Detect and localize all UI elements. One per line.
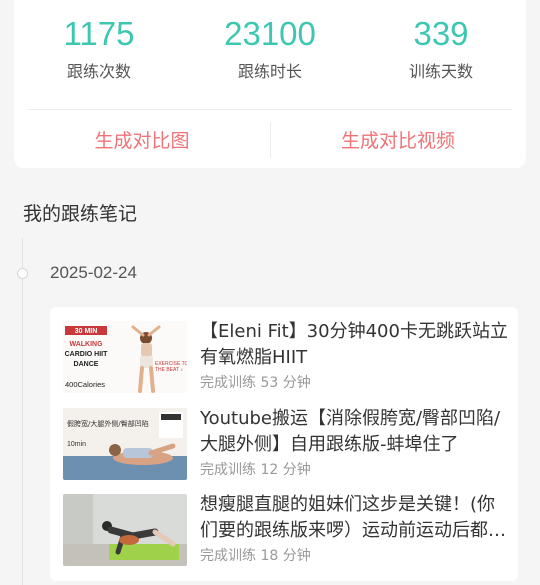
timeline-dot xyxy=(17,268,28,279)
stats-card: 1175 跟练次数 23100 跟练时长 339 训练天数 生成对比图 生成对比… xyxy=(14,0,526,168)
stat-label: 跟练时长 xyxy=(237,62,302,81)
notes-card: 30 MIN WALKING CARDIO HIIT DANCE 400Calo… xyxy=(50,307,518,581)
video-thumbnail xyxy=(63,494,187,566)
thumb-text: 10min xyxy=(67,441,86,448)
thumb-text: DANCE xyxy=(74,361,99,368)
note-duration: 完成训练 18 分钟 xyxy=(200,548,311,564)
svg-text:THE BEAT ♪: THE BEAT ♪ xyxy=(155,367,183,373)
note-duration: 完成训练 12 分钟 xyxy=(200,462,311,478)
stat-value: 339 xyxy=(413,15,469,52)
thumb-text: CARDIO HIIT xyxy=(65,351,109,358)
compare-actions: 生成对比图 生成对比视频 xyxy=(14,110,526,168)
section-title: 我的跟练笔记 xyxy=(23,203,138,225)
note-item[interactable]: 假胯宽/大腿外侧/臀部凹陷 10min Youtube搬运【消除假胯宽/臀部凹陷… xyxy=(50,404,518,488)
stat-value: 23100 xyxy=(224,15,316,52)
thumb-text: 假胯宽/大腿外侧/臀部凹陷 xyxy=(67,419,149,428)
stat-label: 训练天数 xyxy=(408,62,473,81)
thumb-badge-text: 30 MIN xyxy=(75,328,98,335)
note-title: 【Eleni Fit】30分钟400卡无跳跃站立有氧燃脂HIIT xyxy=(200,321,508,368)
note-item[interactable]: 30 MIN WALKING CARDIO HIIT DANCE 400Calo… xyxy=(50,317,518,401)
note-date: 2025-02-24 xyxy=(50,263,137,282)
generate-compare-image-button[interactable]: 生成对比图 xyxy=(14,110,270,168)
video-thumbnail: 假胯宽/大腿外侧/臀部凹陷 10min xyxy=(63,408,187,480)
timeline-line xyxy=(22,238,23,585)
note-title: 想瘦腿直腿的姐妹们这步是关键！(你们要的跟练版来啰）运动前运动后都可以做 xyxy=(200,494,506,541)
generate-compare-video-button[interactable]: 生成对比视频 xyxy=(270,110,526,168)
note-duration: 完成训练 53 分钟 xyxy=(200,375,311,391)
stat-value: 1175 xyxy=(63,15,135,52)
video-thumbnail: 30 MIN WALKING CARDIO HIIT DANCE 400Calo… xyxy=(63,321,187,393)
thumb-text: 400Calories xyxy=(65,380,105,389)
note-item[interactable]: 想瘦腿直腿的姐妹们这步是关键！(你们要的跟练版来啰）运动前运动后都可以做 完成训… xyxy=(50,490,518,574)
note-title: Youtube搬运【消除假胯宽/臀部凹陷/大腿外侧】自用跟练版-蚌埠住了 xyxy=(200,408,501,455)
thumb-text: WALKING xyxy=(69,341,103,348)
stats-row: 1175 跟练次数 23100 跟练时长 339 训练天数 xyxy=(14,0,526,108)
stat-label: 跟练次数 xyxy=(66,62,131,81)
